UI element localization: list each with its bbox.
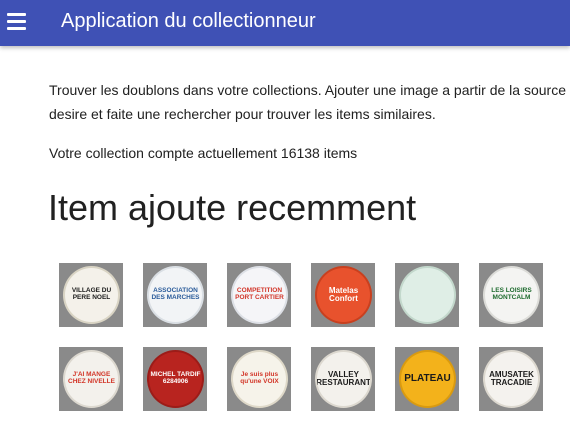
item-thumbnail[interactable]: AMUSATEK TRACADIE	[479, 347, 543, 411]
badge-label: VALLEY RESTAURANT	[316, 369, 371, 387]
pin-badge-image: VILLAGE DU PERE NOEL	[63, 266, 120, 324]
badge-label: ASSOCIATION DES MARCHES	[151, 287, 200, 301]
badge-label: MICHEL TARDIF 6284906	[150, 371, 201, 385]
intro-text: Trouver les doublons dans votre collecti…	[49, 78, 570, 126]
pin-badge-image: Matelas Confort	[315, 266, 372, 324]
item-thumbnail[interactable]: VILLAGE DU PERE NOEL	[59, 263, 123, 327]
section-title: Item ajoute recemment	[48, 187, 417, 228]
item-thumbnail[interactable]: ASSOCIATION DES MARCHES	[143, 263, 207, 327]
item-thumbnail[interactable]: VALLEY RESTAURANT	[311, 347, 375, 411]
pin-badge-image: AMUSATEK TRACADIE	[483, 350, 540, 408]
hamburger-menu-icon[interactable]	[6, 11, 28, 33]
badge-label: AMUSATEK TRACADIE	[489, 369, 534, 387]
badge-label: Matelas Confort	[328, 285, 359, 303]
pin-badge-image: J'AI MANGE CHEZ NIVELLE	[63, 350, 120, 408]
item-thumbnail[interactable]: LES LOISIRS MONTCALM	[479, 263, 543, 327]
item-thumbnail[interactable]: MICHEL TARDIF 6284906	[143, 347, 207, 411]
badge-label: LES LOISIRS MONTCALM	[491, 287, 532, 301]
app-title: Application du collectionneur	[61, 10, 316, 32]
pin-badge-image: COMPETITION PORT CARTIER	[231, 266, 288, 324]
item-thumbnail[interactable]: Je suis plus qu'une VOIX	[227, 347, 291, 411]
item-thumbnail[interactable]: J'AI MANGE CHEZ NIVELLE	[59, 347, 123, 411]
pin-badge-image: ASSOCIATION DES MARCHES	[147, 266, 204, 324]
intro-line-2: desire et faite une rechercher pour trou…	[49, 106, 436, 122]
item-thumbnail[interactable]: PLATEAU	[395, 347, 459, 411]
item-thumbnail[interactable]: Matelas Confort	[311, 263, 375, 327]
pin-badge-image: PLATEAU	[399, 350, 456, 408]
badge-label: VILLAGE DU PERE NOEL	[71, 287, 112, 301]
pin-badge-image: Je suis plus qu'une VOIX	[231, 350, 288, 408]
badge-label: PLATEAU	[404, 372, 451, 384]
item-thumbnail[interactable]	[395, 263, 459, 327]
app-bar: Application du collectionneur	[0, 0, 570, 46]
badge-label: Je suis plus qu'une VOIX	[240, 371, 279, 385]
pin-badge-image: VALLEY RESTAURANT	[315, 350, 372, 408]
collection-count: Votre collection compte actuellement 161…	[49, 145, 358, 161]
pin-badge-image: MICHEL TARDIF 6284906	[147, 350, 204, 408]
badge-label: COMPETITION PORT CARTIER	[235, 287, 284, 301]
item-thumbnail[interactable]: COMPETITION PORT CARTIER	[227, 263, 291, 327]
badge-label: J'AI MANGE CHEZ NIVELLE	[68, 371, 115, 385]
pin-badge-image	[399, 266, 456, 324]
intro-line-1: Trouver les doublons dans votre collecti…	[49, 82, 566, 98]
pin-badge-image: LES LOISIRS MONTCALM	[483, 266, 540, 324]
